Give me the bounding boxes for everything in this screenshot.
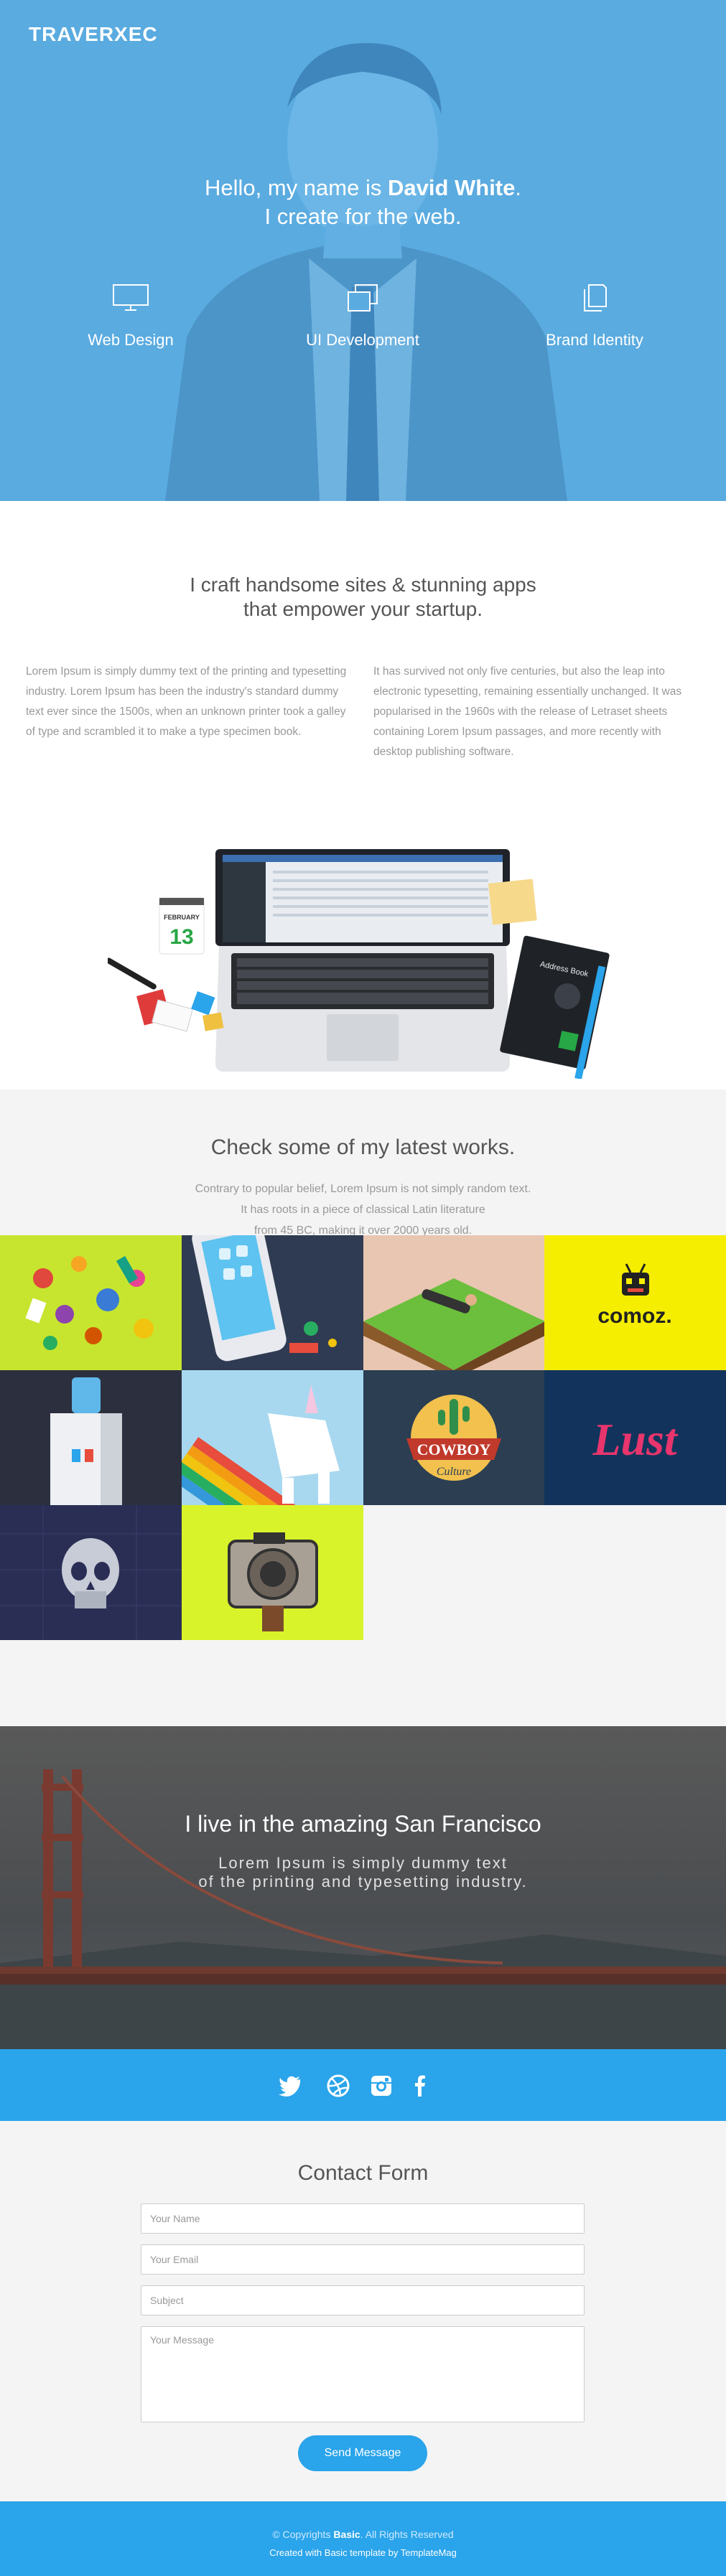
facebook-icon[interactable] — [408, 2074, 432, 2098]
portfolio-tile-candy[interactable] — [0, 1235, 182, 1370]
cowboy-text: COWBOY — [416, 1441, 490, 1458]
twitter-icon[interactable] — [279, 2074, 303, 2098]
copyright-suffix: . All Rights Reserved — [360, 2529, 454, 2540]
portfolio-line2: It has roots in a piece of classical Lat… — [241, 1204, 485, 1216]
contact-section: Contact Form Send Message — [0, 2121, 726, 2501]
email-field[interactable] — [141, 2244, 585, 2275]
comoz-text: comoz. — [598, 1304, 672, 1328]
iphone-illustration — [192, 1235, 337, 1362]
lust-text: Lust — [592, 1414, 679, 1465]
dribbble-icon[interactable] — [326, 2074, 350, 2098]
culture-text: Culture — [436, 1466, 470, 1478]
send-message-button[interactable]: Send Message — [298, 2435, 427, 2471]
hero-tagline: I create for the web. — [264, 204, 462, 229]
lust-lettering: Lust — [592, 1414, 679, 1465]
portfolio-tile-comoz[interactable]: comoz. — [544, 1235, 726, 1370]
service-label: UI Development — [306, 331, 419, 349]
calendar-month: FEBRUARY — [164, 914, 200, 921]
hero-portrait-image — [0, 0, 726, 501]
portfolio-line1: Contrary to popular belief, Lorem Ipsum … — [195, 1183, 531, 1195]
intro-section: I craft handsome sites & stunning apps th… — [0, 501, 726, 1090]
footer: © Copyrights Basic. All Rights Reserved … — [0, 2501, 726, 2576]
portfolio-tile-skull[interactable] — [0, 1505, 182, 1640]
cowboy-culture-badge: COWBOY Culture — [406, 1395, 501, 1481]
greeting-suffix: . — [515, 175, 521, 200]
calendar-day: 13 — [169, 925, 193, 949]
template-credit[interactable]: Created with Basic template by TemplateM… — [0, 2547, 726, 2558]
portfolio-tile-iphone[interactable] — [181, 1235, 363, 1370]
intro-heading-line1: I craft handsome sites & stunning apps — [190, 573, 536, 596]
portfolio-tile-water-cooler[interactable] — [0, 1370, 182, 1505]
service-ui-development: UI Development — [269, 284, 456, 350]
water-cooler-illustration — [50, 1377, 122, 1505]
copyright-brand[interactable]: Basic — [333, 2529, 360, 2540]
stacked-windows-icon — [348, 284, 378, 312]
service-brand-identity: Brand Identity — [501, 284, 688, 350]
message-field[interactable] — [141, 2326, 585, 2422]
portfolio-tile-cowboy[interactable]: COWBOY Culture — [363, 1370, 545, 1505]
portfolio-tile-unicorn[interactable] — [181, 1370, 363, 1505]
city-heading: I live in the amazing San Francisco — [185, 1811, 541, 1837]
candy-illustration — [25, 1255, 154, 1350]
contact-heading: Contact Form — [297, 2161, 429, 2185]
copyright-text: © Copyrights Basic. All Rights Reserved — [0, 2529, 726, 2540]
copyright-prefix: © Copyrights — [272, 2529, 334, 2540]
intro-paragraph-left: Lorem Ipsum is simply dummy text of the … — [26, 665, 347, 738]
service-web-design: Web Design — [37, 284, 224, 350]
workspace-devices-illustration: FEBRUARY 13 Address Book — [108, 849, 610, 1079]
intro-heading: I craft handsome sites & stunning apps th… — [0, 573, 726, 622]
portfolio-description: Contrary to popular belief, Lorem Ipsum … — [0, 1179, 726, 1241]
social-bar — [0, 2049, 726, 2121]
intro-paragraph-right: It has survived not only five centuries,… — [373, 665, 682, 758]
hero-greeting: Hello, my name is David White. — [0, 175, 726, 201]
hammock-illustration — [363, 1278, 545, 1370]
city-section: I live in the amazing San Francisco Lore… — [0, 1726, 726, 2049]
city-line1: Lorem Ipsum is simply dummy text — [218, 1854, 508, 1872]
person-name: David White — [387, 175, 516, 200]
name-field[interactable] — [141, 2203, 585, 2234]
skull-illustration — [0, 1505, 182, 1640]
city-description: Lorem Ipsum is simply dummy text of the p… — [0, 1854, 726, 1891]
comoz-logo: comoz. — [598, 1263, 672, 1328]
portfolio-tile-camera[interactable] — [181, 1505, 363, 1640]
subject-field[interactable] — [141, 2285, 585, 2315]
portfolio-tile-lust[interactable]: Lust — [544, 1370, 726, 1505]
greeting-prefix: Hello, my name is — [205, 175, 388, 200]
intro-heading-line2: that empower your startup. — [243, 598, 483, 620]
portfolio-tile-hammock[interactable] — [363, 1235, 545, 1370]
portfolio-heading: Check some of my latest works. — [210, 1135, 516, 1159]
service-label: Web Design — [88, 331, 174, 349]
document-copy-icon — [584, 284, 607, 312]
unicorn-illustration — [181, 1385, 340, 1505]
city-line2: of the printing and typesetting industry… — [198, 1873, 528, 1891]
monitor-icon — [113, 284, 149, 311]
hero-section: TRAVERXEC Hello, my name is David White.… — [0, 0, 726, 501]
camera-illustration — [227, 1532, 318, 1631]
service-label: Brand Identity — [546, 331, 643, 349]
brand-logo[interactable]: TRAVERXEC — [29, 23, 158, 46]
instagram-icon[interactable] — [369, 2074, 394, 2098]
